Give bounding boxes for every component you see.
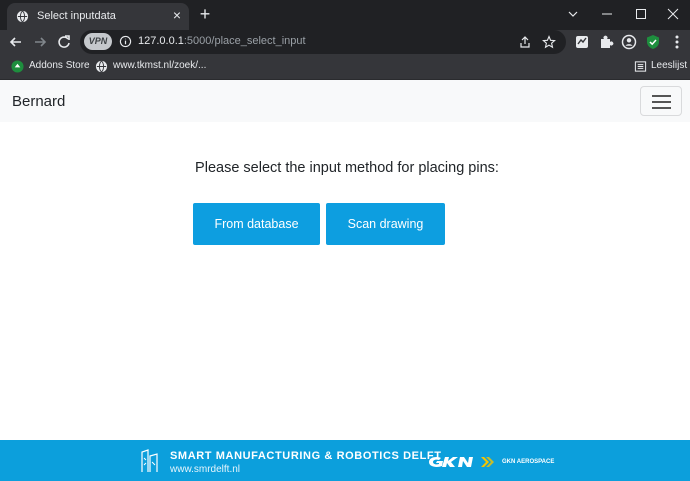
address-bar[interactable]: VPN 127.0.0.1:5000/place_select_input [80, 30, 566, 54]
globe-icon [95, 60, 108, 73]
scan-drawing-button[interactable]: Scan drawing [326, 203, 445, 245]
maximize-icon[interactable] [624, 0, 658, 30]
back-arrow-icon[interactable] [7, 33, 25, 51]
window-close-icon[interactable] [656, 0, 690, 30]
star-icon[interactable] [542, 35, 556, 49]
info-icon[interactable] [119, 35, 132, 48]
reading-list[interactable]: Leeslijst [651, 60, 687, 71]
smr-logo-icon [141, 449, 158, 472]
reading-list-icon [634, 61, 647, 72]
tab-title: Select inputdata [37, 10, 116, 22]
footer-title: SMART MANUFACTURING & ROBOTICS DELFT [170, 450, 442, 462]
profile-icon[interactable] [620, 33, 638, 51]
browser-tab[interactable]: Select inputdata × [7, 3, 189, 30]
footer-partner: GKN AEROSPACE [502, 459, 555, 465]
forward-arrow-icon[interactable] [31, 33, 49, 51]
page-navbar: Bernard [0, 80, 690, 122]
reload-icon[interactable] [55, 33, 73, 51]
browser-tab-strip: Select inputdata × + [0, 0, 690, 30]
more-vert-icon[interactable] [668, 33, 686, 51]
navbar-brand[interactable]: Bernard [12, 93, 65, 110]
from-database-button[interactable]: From database [193, 203, 320, 245]
bookmark-tkmst[interactable]: www.tkmst.nl/zoek/... [113, 60, 206, 71]
bookmark-addons-store[interactable]: Addons Store [29, 60, 90, 71]
vpn-badge[interactable]: VPN [84, 33, 112, 50]
new-tab-icon[interactable]: + [196, 5, 214, 23]
gkn-logo [429, 457, 494, 467]
page-footer: SMART MANUFACTURING & ROBOTICS DELFT www… [0, 440, 690, 481]
url-path: :5000/place_select_input [183, 35, 306, 47]
footer-url[interactable]: www.smrdelft.nl [170, 464, 240, 475]
url-host: 127.0.0.1 [138, 35, 184, 47]
chevron-down-icon[interactable] [556, 0, 590, 30]
page-prompt: Please select the input method for placi… [195, 160, 499, 176]
hamburger-icon[interactable] [640, 86, 682, 116]
share-icon[interactable] [518, 35, 532, 49]
addons-store-icon [11, 60, 24, 73]
url-text[interactable]: 127.0.0.1:5000/place_select_input [138, 35, 306, 47]
puzzle-icon[interactable] [597, 33, 615, 51]
bookmarks-bar: Addons Store www.tkmst.nl/zoek/... Leesl… [0, 54, 690, 80]
browser-toolbar: VPN 127.0.0.1:5000/place_select_input [0, 30, 690, 54]
extension-shield-icon[interactable] [573, 33, 591, 51]
shield-check-icon[interactable] [644, 33, 662, 51]
globe-icon [16, 10, 29, 23]
tab-close-icon[interactable]: × [170, 8, 184, 22]
minimize-icon[interactable] [590, 0, 624, 30]
